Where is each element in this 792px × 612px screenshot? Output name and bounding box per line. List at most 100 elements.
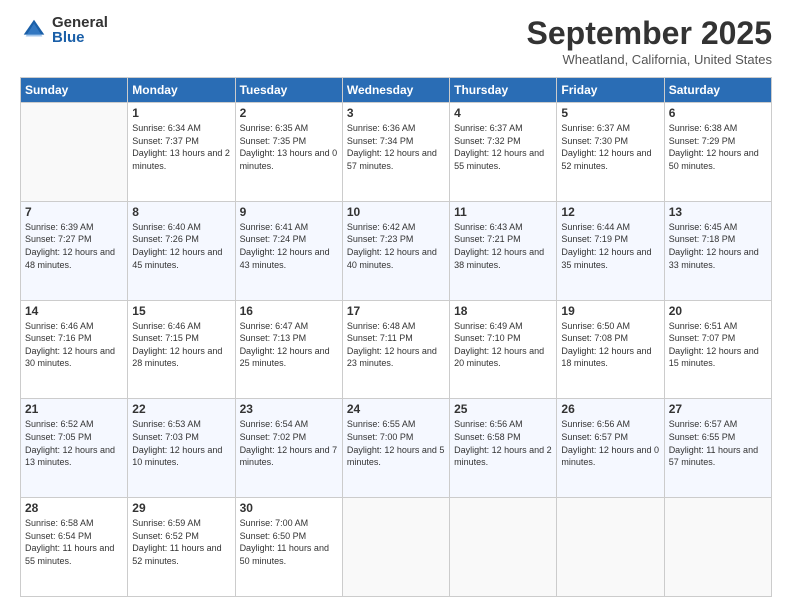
table-row: 25 Sunrise: 6:56 AMSunset: 6:58 PMDaylig… (450, 399, 557, 498)
table-row: 10 Sunrise: 6:42 AMSunset: 7:23 PMDaylig… (342, 201, 449, 300)
calendar-week-row: 1 Sunrise: 6:34 AMSunset: 7:37 PMDayligh… (21, 103, 772, 202)
table-row: 23 Sunrise: 6:54 AMSunset: 7:02 PMDaylig… (235, 399, 342, 498)
day-number: 29 (132, 501, 230, 515)
table-row (557, 498, 664, 597)
day-info: Sunrise: 6:46 AMSunset: 7:15 PMDaylight:… (132, 320, 230, 370)
table-row (342, 498, 449, 597)
day-number: 14 (25, 304, 123, 318)
day-info: Sunrise: 6:37 AMSunset: 7:30 PMDaylight:… (561, 122, 659, 172)
calendar-week-row: 14 Sunrise: 6:46 AMSunset: 7:16 PMDaylig… (21, 300, 772, 399)
day-number: 13 (669, 205, 767, 219)
table-row: 12 Sunrise: 6:44 AMSunset: 7:19 PMDaylig… (557, 201, 664, 300)
day-number: 9 (240, 205, 338, 219)
day-info: Sunrise: 6:37 AMSunset: 7:32 PMDaylight:… (454, 122, 552, 172)
table-row: 29 Sunrise: 6:59 AMSunset: 6:52 PMDaylig… (128, 498, 235, 597)
table-row: 19 Sunrise: 6:50 AMSunset: 7:08 PMDaylig… (557, 300, 664, 399)
table-row: 15 Sunrise: 6:46 AMSunset: 7:15 PMDaylig… (128, 300, 235, 399)
table-row: 16 Sunrise: 6:47 AMSunset: 7:13 PMDaylig… (235, 300, 342, 399)
col-friday: Friday (557, 78, 664, 103)
table-row: 30 Sunrise: 7:00 AMSunset: 6:50 PMDaylig… (235, 498, 342, 597)
table-row: 9 Sunrise: 6:41 AMSunset: 7:24 PMDayligh… (235, 201, 342, 300)
table-row: 21 Sunrise: 6:52 AMSunset: 7:05 PMDaylig… (21, 399, 128, 498)
table-row: 6 Sunrise: 6:38 AMSunset: 7:29 PMDayligh… (664, 103, 771, 202)
month-title: September 2025 (527, 15, 772, 52)
day-number: 5 (561, 106, 659, 120)
day-number: 17 (347, 304, 445, 318)
day-info: Sunrise: 6:47 AMSunset: 7:13 PMDaylight:… (240, 320, 338, 370)
table-row: 14 Sunrise: 6:46 AMSunset: 7:16 PMDaylig… (21, 300, 128, 399)
day-info: Sunrise: 6:56 AMSunset: 6:58 PMDaylight:… (454, 418, 552, 468)
day-info: Sunrise: 6:34 AMSunset: 7:37 PMDaylight:… (132, 122, 230, 172)
table-row (450, 498, 557, 597)
day-info: Sunrise: 6:41 AMSunset: 7:24 PMDaylight:… (240, 221, 338, 271)
calendar-week-row: 21 Sunrise: 6:52 AMSunset: 7:05 PMDaylig… (21, 399, 772, 498)
day-number: 30 (240, 501, 338, 515)
day-info: Sunrise: 6:57 AMSunset: 6:55 PMDaylight:… (669, 418, 767, 468)
day-number: 10 (347, 205, 445, 219)
day-number: 4 (454, 106, 552, 120)
calendar-week-row: 7 Sunrise: 6:39 AMSunset: 7:27 PMDayligh… (21, 201, 772, 300)
day-number: 25 (454, 402, 552, 416)
day-info: Sunrise: 6:42 AMSunset: 7:23 PMDaylight:… (347, 221, 445, 271)
table-row: 18 Sunrise: 6:49 AMSunset: 7:10 PMDaylig… (450, 300, 557, 399)
logo-blue-text: Blue (52, 30, 108, 45)
day-number: 16 (240, 304, 338, 318)
table-row: 17 Sunrise: 6:48 AMSunset: 7:11 PMDaylig… (342, 300, 449, 399)
location-subtitle: Wheatland, California, United States (527, 52, 772, 67)
table-row: 3 Sunrise: 6:36 AMSunset: 7:34 PMDayligh… (342, 103, 449, 202)
day-number: 12 (561, 205, 659, 219)
col-wednesday: Wednesday (342, 78, 449, 103)
table-row: 24 Sunrise: 6:55 AMSunset: 7:00 PMDaylig… (342, 399, 449, 498)
day-number: 27 (669, 402, 767, 416)
logo-general-text: General (52, 15, 108, 30)
day-info: Sunrise: 6:35 AMSunset: 7:35 PMDaylight:… (240, 122, 338, 172)
day-info: Sunrise: 6:43 AMSunset: 7:21 PMDaylight:… (454, 221, 552, 271)
table-row: 13 Sunrise: 6:45 AMSunset: 7:18 PMDaylig… (664, 201, 771, 300)
day-info: Sunrise: 6:39 AMSunset: 7:27 PMDaylight:… (25, 221, 123, 271)
table-row: 7 Sunrise: 6:39 AMSunset: 7:27 PMDayligh… (21, 201, 128, 300)
logo: General Blue (20, 15, 108, 45)
day-number: 18 (454, 304, 552, 318)
day-info: Sunrise: 6:58 AMSunset: 6:54 PMDaylight:… (25, 517, 123, 567)
day-info: Sunrise: 6:46 AMSunset: 7:16 PMDaylight:… (25, 320, 123, 370)
header-row: Sunday Monday Tuesday Wednesday Thursday… (21, 78, 772, 103)
day-number: 19 (561, 304, 659, 318)
day-info: Sunrise: 6:55 AMSunset: 7:00 PMDaylight:… (347, 418, 445, 468)
day-number: 7 (25, 205, 123, 219)
table-row (21, 103, 128, 202)
day-number: 3 (347, 106, 445, 120)
day-info: Sunrise: 6:51 AMSunset: 7:07 PMDaylight:… (669, 320, 767, 370)
col-saturday: Saturday (664, 78, 771, 103)
day-info: Sunrise: 6:48 AMSunset: 7:11 PMDaylight:… (347, 320, 445, 370)
col-monday: Monday (128, 78, 235, 103)
col-thursday: Thursday (450, 78, 557, 103)
day-info: Sunrise: 6:49 AMSunset: 7:10 PMDaylight:… (454, 320, 552, 370)
col-sunday: Sunday (21, 78, 128, 103)
table-row: 4 Sunrise: 6:37 AMSunset: 7:32 PMDayligh… (450, 103, 557, 202)
table-row: 11 Sunrise: 6:43 AMSunset: 7:21 PMDaylig… (450, 201, 557, 300)
day-number: 6 (669, 106, 767, 120)
day-number: 2 (240, 106, 338, 120)
day-info: Sunrise: 6:54 AMSunset: 7:02 PMDaylight:… (240, 418, 338, 468)
day-number: 11 (454, 205, 552, 219)
day-info: Sunrise: 6:38 AMSunset: 7:29 PMDaylight:… (669, 122, 767, 172)
day-info: Sunrise: 6:44 AMSunset: 7:19 PMDaylight:… (561, 221, 659, 271)
calendar-week-row: 28 Sunrise: 6:58 AMSunset: 6:54 PMDaylig… (21, 498, 772, 597)
table-row: 1 Sunrise: 6:34 AMSunset: 7:37 PMDayligh… (128, 103, 235, 202)
day-number: 21 (25, 402, 123, 416)
day-info: Sunrise: 6:50 AMSunset: 7:08 PMDaylight:… (561, 320, 659, 370)
table-row: 5 Sunrise: 6:37 AMSunset: 7:30 PMDayligh… (557, 103, 664, 202)
day-info: Sunrise: 6:59 AMSunset: 6:52 PMDaylight:… (132, 517, 230, 567)
day-number: 28 (25, 501, 123, 515)
day-number: 23 (240, 402, 338, 416)
header: General Blue September 2025 Wheatland, C… (20, 15, 772, 67)
day-info: Sunrise: 6:45 AMSunset: 7:18 PMDaylight:… (669, 221, 767, 271)
day-number: 24 (347, 402, 445, 416)
day-number: 15 (132, 304, 230, 318)
day-info: Sunrise: 6:40 AMSunset: 7:26 PMDaylight:… (132, 221, 230, 271)
day-number: 8 (132, 205, 230, 219)
day-info: Sunrise: 6:36 AMSunset: 7:34 PMDaylight:… (347, 122, 445, 172)
table-row: 28 Sunrise: 6:58 AMSunset: 6:54 PMDaylig… (21, 498, 128, 597)
table-row (664, 498, 771, 597)
day-number: 20 (669, 304, 767, 318)
